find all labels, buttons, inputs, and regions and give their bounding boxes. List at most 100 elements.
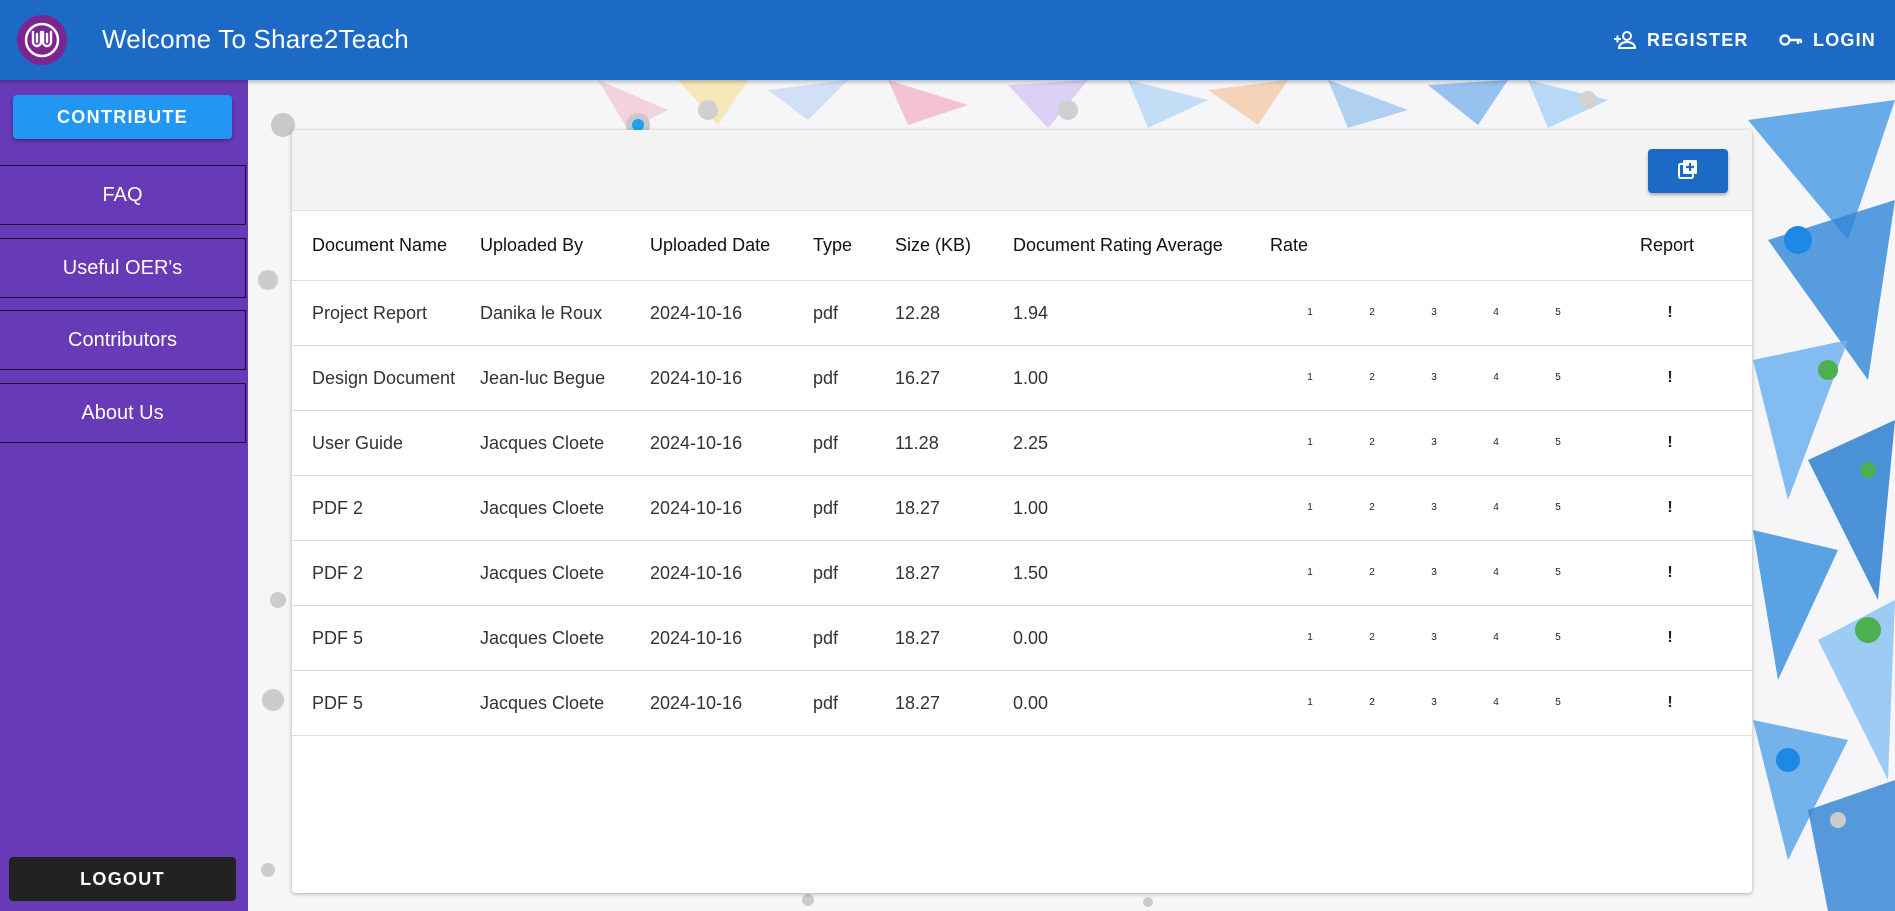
cell-document-name: Project Report — [292, 280, 480, 346]
library-add-icon — [1677, 158, 1699, 185]
cell-size: 18.27 — [895, 605, 1013, 671]
contribute-button[interactable]: CONTRIBUTE — [13, 95, 232, 139]
rate-button-2[interactable]: 2 — [1341, 303, 1403, 323]
cell-uploaded-date: 2024-10-16 — [650, 540, 813, 606]
column-header-uploaded-date[interactable]: Uploaded Date — [650, 211, 813, 281]
report-button[interactable]: ! — [1650, 629, 1690, 647]
report-button[interactable]: ! — [1650, 304, 1690, 322]
rate-button-4[interactable]: 4 — [1465, 498, 1527, 518]
table-row: PDF 5 Jacques Cloete 2024-10-16 pdf 18.27 0.0… — [292, 605, 1752, 671]
report-button[interactable]: ! — [1650, 694, 1690, 712]
rate-button-1[interactable]: 1 — [1279, 433, 1341, 453]
university-logo-icon[interactable] — [17, 15, 67, 65]
login-button[interactable]: LOGIN — [1779, 26, 1876, 54]
logout-button[interactable]: LOGOUT — [9, 857, 236, 901]
register-button[interactable]: REGISTER — [1613, 26, 1749, 54]
cell-size: 18.27 — [895, 475, 1013, 541]
rate-button-1[interactable]: 1 — [1279, 628, 1341, 648]
register-label: REGISTER — [1647, 29, 1749, 50]
rate-button-1[interactable]: 1 — [1279, 303, 1341, 323]
cell-rate: 12345 — [1270, 280, 1640, 346]
cell-uploaded-by: Jacques Cloete — [480, 605, 650, 671]
sidebar-item-contributors[interactable]: Contributors — [0, 310, 246, 370]
rate-button-3[interactable]: 3 — [1403, 368, 1465, 388]
sidebar-item-useful-oers[interactable]: Useful OER's — [0, 238, 246, 298]
rate-button-4[interactable]: 4 — [1465, 368, 1527, 388]
cell-report: ! — [1640, 540, 1752, 606]
rate-button-3[interactable]: 3 — [1403, 433, 1465, 453]
cell-uploaded-date: 2024-10-16 — [650, 280, 813, 346]
cell-uploaded-date: 2024-10-16 — [650, 475, 813, 541]
cell-type: pdf — [813, 475, 895, 541]
rate-button-5[interactable]: 5 — [1527, 628, 1589, 648]
rate-button-2[interactable]: 2 — [1341, 693, 1403, 713]
cell-size: 12.28 — [895, 280, 1013, 346]
add-document-button[interactable] — [1648, 149, 1728, 193]
rate-button-4[interactable]: 4 — [1465, 433, 1527, 453]
cell-uploaded-date: 2024-10-16 — [650, 605, 813, 671]
rate-button-group: 12345 — [1270, 606, 1640, 670]
cell-rate: 12345 — [1270, 410, 1640, 476]
rate-button-3[interactable]: 3 — [1403, 628, 1465, 648]
report-button[interactable]: ! — [1650, 499, 1690, 517]
cell-rating-average: 0.00 — [1013, 670, 1270, 736]
cell-type: pdf — [813, 670, 895, 736]
rate-button-5[interactable]: 5 — [1527, 303, 1589, 323]
rate-button-3[interactable]: 3 — [1403, 693, 1465, 713]
rate-button-group: 12345 — [1270, 476, 1640, 540]
rate-button-5[interactable]: 5 — [1527, 433, 1589, 453]
cell-rating-average: 1.00 — [1013, 475, 1270, 541]
documents-card: Document Name Uploaded By Uploaded Date … — [292, 130, 1752, 893]
rate-button-5[interactable]: 5 — [1527, 498, 1589, 518]
rate-button-1[interactable]: 1 — [1279, 693, 1341, 713]
cell-document-name: Design Document — [292, 345, 480, 411]
rate-button-1[interactable]: 1 — [1279, 498, 1341, 518]
column-header-size[interactable]: Size (KB) — [895, 211, 1013, 281]
cell-size: 16.27 — [895, 345, 1013, 411]
cell-report: ! — [1640, 280, 1752, 346]
rate-button-2[interactable]: 2 — [1341, 628, 1403, 648]
rate-button-2[interactable]: 2 — [1341, 433, 1403, 453]
rate-button-2[interactable]: 2 — [1341, 498, 1403, 518]
column-header-rating-average[interactable]: Document Rating Average — [1013, 211, 1270, 281]
cell-document-name: PDF 5 — [292, 605, 480, 671]
rate-button-1[interactable]: 1 — [1279, 563, 1341, 583]
cell-uploaded-date: 2024-10-16 — [650, 345, 813, 411]
rate-button-2[interactable]: 2 — [1341, 563, 1403, 583]
report-button[interactable]: ! — [1650, 434, 1690, 452]
column-header-rate: Rate — [1270, 211, 1640, 281]
rate-button-4[interactable]: 4 — [1465, 628, 1527, 648]
column-header-type[interactable]: Type — [813, 211, 895, 281]
rate-button-4[interactable]: 4 — [1465, 693, 1527, 713]
report-button[interactable]: ! — [1650, 369, 1690, 387]
table-row: Design Document Jean-luc Begue 2024-10-16 p… — [292, 345, 1752, 411]
report-button[interactable]: ! — [1650, 564, 1690, 582]
cell-rate: 12345 — [1270, 540, 1640, 606]
rate-button-5[interactable]: 5 — [1527, 368, 1589, 388]
rate-button-3[interactable]: 3 — [1403, 303, 1465, 323]
rate-button-5[interactable]: 5 — [1527, 693, 1589, 713]
rate-button-1[interactable]: 1 — [1279, 368, 1341, 388]
cell-type: pdf — [813, 345, 895, 411]
cell-uploaded-date: 2024-10-16 — [650, 670, 813, 736]
card-toolbar — [292, 130, 1752, 211]
rate-button-2[interactable]: 2 — [1341, 368, 1403, 388]
rate-button-group: 12345 — [1270, 541, 1640, 605]
rate-button-3[interactable]: 3 — [1403, 563, 1465, 583]
sidebar-item-about-us[interactable]: About Us — [0, 383, 246, 443]
cell-rate: 12345 — [1270, 670, 1640, 736]
sidebar-item-faq[interactable]: FAQ — [0, 165, 246, 225]
rate-button-5[interactable]: 5 — [1527, 563, 1589, 583]
cell-document-name: User Guide — [292, 410, 480, 476]
table-row: User Guide Jacques Cloete 2024-10-16 pdf 11.… — [292, 410, 1752, 476]
rate-button-3[interactable]: 3 — [1403, 498, 1465, 518]
cell-uploaded-by: Jacques Cloete — [480, 540, 650, 606]
column-header-document-name[interactable]: Document Name — [292, 211, 480, 281]
table-row: PDF 2 Jacques Cloete 2024-10-16 pdf 18.27 1.0… — [292, 475, 1752, 541]
rate-button-4[interactable]: 4 — [1465, 563, 1527, 583]
column-header-uploaded-by[interactable]: Uploaded By — [480, 211, 650, 281]
top-app-bar: Welcome To Share2Teach REGISTER LOGIN — [0, 0, 1895, 80]
cell-uploaded-by: Jean-luc Begue — [480, 345, 650, 411]
cell-rating-average: 0.00 — [1013, 605, 1270, 671]
rate-button-4[interactable]: 4 — [1465, 303, 1527, 323]
